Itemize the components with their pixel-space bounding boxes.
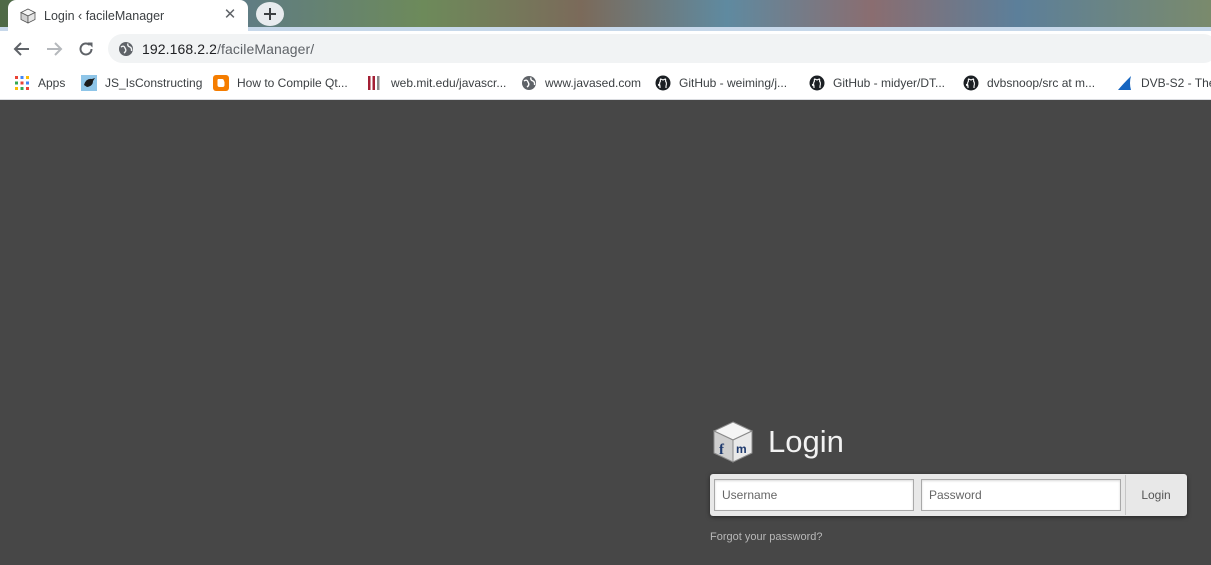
apps-grid-icon (15, 76, 29, 90)
login-header: f m Login (712, 420, 844, 464)
browser-toolbar: 192.168.2.2/facileManager/ (0, 31, 1211, 66)
username-field[interactable] (714, 479, 914, 511)
url-host: 192.168.2.2 (142, 40, 218, 57)
url-path: /facileManager/ (217, 40, 315, 57)
address-bar[interactable]: 192.168.2.2/facileManager/ (108, 34, 1211, 63)
url-text: 192.168.2.2/facileManager/ (142, 41, 314, 57)
bookmark-label: www.javased.com (545, 76, 642, 90)
tab-title: Login ‹ facileManager (44, 8, 165, 23)
bookmark-label: How to Compile Qt... (237, 76, 348, 90)
plus-icon (264, 8, 276, 20)
bookmarks-bar: Apps JS_IsConstructing How to Compile Qt… (0, 66, 1211, 100)
bookmark-label: DVB-S2 - The (1141, 76, 1211, 90)
bookmark-js-isconstructing[interactable]: JS_IsConstructing (81, 73, 202, 93)
arrow-left-icon (13, 42, 29, 56)
tab-strip: Login ‹ facileManager ✕ (0, 0, 1211, 31)
globe-info-icon (119, 41, 133, 56)
login-title: Login (768, 424, 844, 459)
bookmark-label: dvbsnoop/src at m... (987, 76, 1096, 90)
browser-tab[interactable]: Login ‹ facileManager ✕ (8, 0, 248, 31)
bookmark-javased[interactable]: www.javased.com (521, 73, 641, 93)
close-tab-icon[interactable]: ✕ (222, 7, 238, 23)
bookmark-label: GitHub - midyer/DT... (833, 76, 946, 90)
globe-icon (522, 76, 536, 90)
reload-button[interactable] (74, 37, 98, 61)
bookmark-dvb-s2[interactable]: DVB-S2 - The (1117, 73, 1211, 93)
new-tab-button[interactable] (256, 2, 284, 26)
bookmark-github-midyer[interactable]: GitHub - midyer/DT... (809, 73, 945, 93)
login-button[interactable]: Login (1125, 475, 1186, 515)
forward-button[interactable] (42, 37, 66, 61)
bookmark-label: web.mit.edu/javascr... (391, 76, 507, 90)
arrow-right-icon (47, 42, 63, 56)
github-icon (809, 75, 825, 91)
facilemanager-favicon-icon (20, 8, 36, 24)
github-icon (963, 75, 979, 91)
bookmark-apps[interactable]: Apps (14, 73, 65, 93)
reload-icon (79, 42, 93, 56)
bookmark-label: JS_IsConstructing (105, 76, 203, 90)
svg-text:m: m (736, 442, 747, 456)
bookmark-label: Apps (38, 76, 66, 90)
bookmark-compile-qt[interactable]: How to Compile Qt... (213, 73, 348, 93)
bird-icon (81, 75, 97, 91)
login-form: Login (710, 474, 1187, 516)
mit-icon (368, 76, 380, 90)
bookmark-label: GitHub - weiming/j... (679, 76, 788, 90)
blogger-icon (213, 75, 229, 91)
shark-fin-icon (1118, 76, 1131, 90)
password-field[interactable] (921, 479, 1121, 511)
github-icon (655, 75, 671, 91)
bookmark-github-weiming[interactable]: GitHub - weiming/j... (655, 73, 787, 93)
bookmark-dvbsnoop[interactable]: dvbsnoop/src at m... (963, 73, 1095, 93)
back-button[interactable] (10, 37, 34, 61)
bookmark-web-mit[interactable]: web.mit.edu/javascr... (367, 73, 506, 93)
facilemanager-logo-icon: f m (712, 421, 754, 463)
forgot-password-link[interactable]: Forgot your password? (710, 531, 823, 543)
